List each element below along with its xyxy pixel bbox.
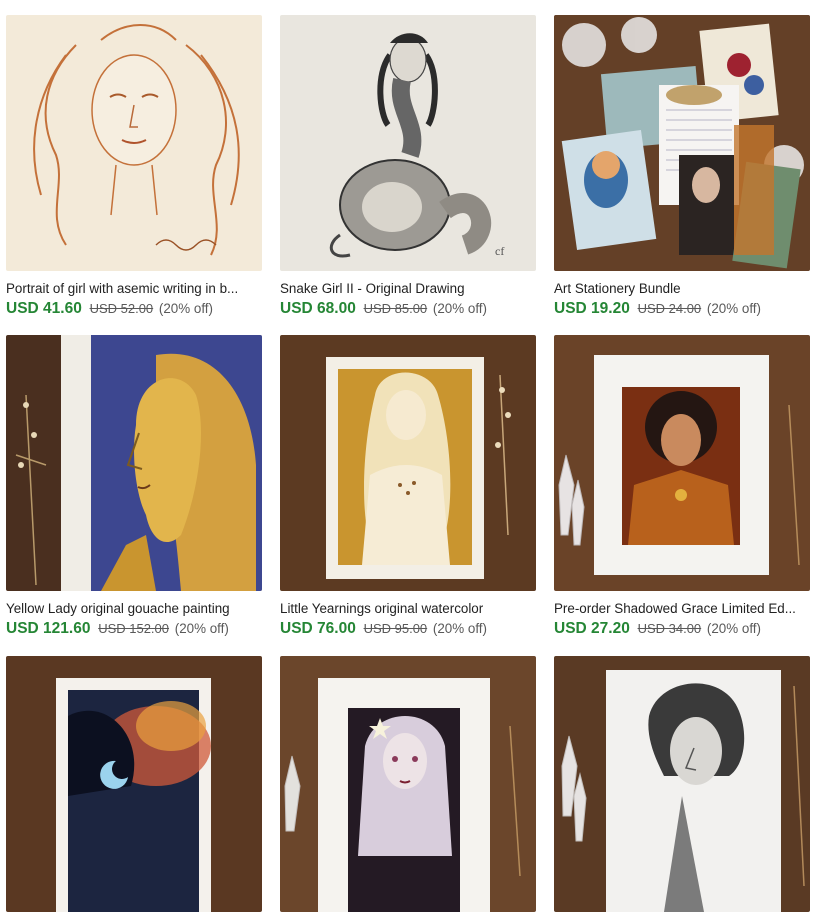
- listing-image[interactable]: [554, 335, 810, 591]
- listing-image[interactable]: [6, 15, 262, 271]
- price-row: USD 19.20 USD 24.00 (20% off): [554, 300, 810, 318]
- sale-price: USD 19.20: [554, 300, 630, 317]
- discount-label: (20% off): [706, 301, 761, 316]
- discount-label: (20% off): [174, 621, 229, 636]
- original-price: USD 152.00: [98, 621, 170, 636]
- original-price: USD 95.00: [363, 621, 428, 636]
- price-row: USD 68.00 USD 85.00 (20% off): [280, 300, 536, 318]
- listing-card[interactable]: Portrait of girl with asemic writing in …: [6, 15, 262, 318]
- discount-label: (20% off): [432, 301, 487, 316]
- listing-title[interactable]: Pre-order Shadowed Grace Limited Ed...: [554, 600, 810, 617]
- original-price: USD 52.00: [89, 301, 154, 316]
- listing-card[interactable]: cf Snake Girl II - Original Drawing USD …: [280, 15, 536, 318]
- price-row: USD 41.60 USD 52.00 (20% off): [6, 300, 262, 318]
- price-row: USD 27.20 USD 34.00 (20% off): [554, 620, 810, 638]
- listing-image[interactable]: [280, 335, 536, 591]
- sale-price: USD 27.20: [554, 620, 630, 637]
- sale-price: USD 41.60: [6, 300, 82, 317]
- listing-title[interactable]: Yellow Lady original gouache painting: [6, 600, 262, 617]
- listing-card[interactable]: Yellow Lady original gouache painting US…: [6, 335, 262, 638]
- listing-card[interactable]: Pre-order Shadowed Grace Limited Ed... U…: [554, 335, 810, 638]
- discount-label: (20% off): [158, 301, 213, 316]
- discount-label: (20% off): [706, 621, 761, 636]
- listing-image[interactable]: cf: [280, 15, 536, 271]
- listing-card[interactable]: [6, 656, 262, 921]
- price-row: USD 76.00 USD 95.00 (20% off): [280, 620, 536, 638]
- sale-price: USD 76.00: [280, 620, 356, 637]
- listing-card[interactable]: [554, 656, 810, 921]
- svg-text:cf: cf: [495, 244, 504, 258]
- original-price: USD 34.00: [637, 621, 702, 636]
- original-price: USD 24.00: [637, 301, 702, 316]
- listing-title[interactable]: Art Stationery Bundle: [554, 280, 810, 297]
- sale-price: USD 121.60: [6, 620, 91, 637]
- listing-image[interactable]: [6, 656, 262, 912]
- listing-card[interactable]: Little Yearnings original watercolor USD…: [280, 335, 536, 638]
- listing-image[interactable]: [554, 15, 810, 271]
- listing-title[interactable]: Little Yearnings original watercolor: [280, 600, 536, 617]
- listing-card[interactable]: Art Stationery Bundle USD 19.20 USD 24.0…: [554, 15, 810, 318]
- listing-card[interactable]: [280, 656, 536, 921]
- listing-image[interactable]: [280, 656, 536, 912]
- listing-image[interactable]: [6, 335, 262, 591]
- price-row: USD 121.60 USD 152.00 (20% off): [6, 620, 262, 638]
- listing-title[interactable]: Snake Girl II - Original Drawing: [280, 280, 536, 297]
- original-price: USD 85.00: [363, 301, 428, 316]
- listing-image[interactable]: [554, 656, 810, 912]
- discount-label: (20% off): [432, 621, 487, 636]
- listing-title[interactable]: Portrait of girl with asemic writing in …: [6, 280, 262, 297]
- sale-price: USD 68.00: [280, 300, 356, 317]
